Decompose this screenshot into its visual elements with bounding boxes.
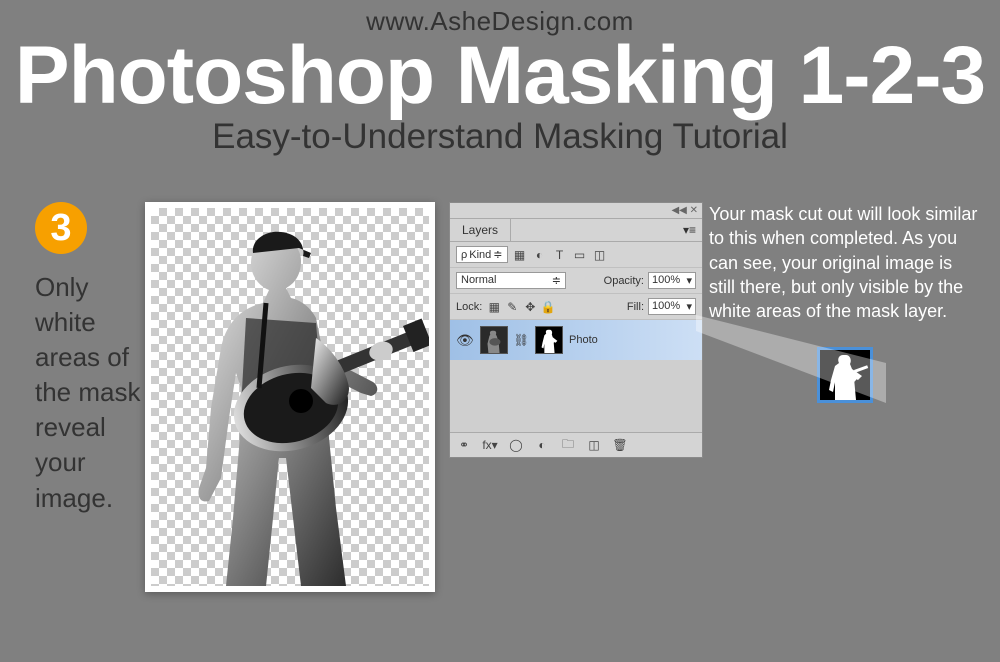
layer-thumbnail[interactable] <box>480 326 508 354</box>
step-description: Only white areas of the mask reveal your… <box>35 270 145 516</box>
guitarist-figure <box>151 208 429 586</box>
collapse-icon: ◀◀ ✕ <box>671 205 698 216</box>
subtitle: Easy-to-Understand Masking Tutorial <box>0 117 1000 157</box>
layer-name-label[interactable]: Photo <box>569 334 598 346</box>
mask-thumbnail[interactable] <box>535 326 563 354</box>
fx-icon[interactable]: fx▾ <box>482 437 498 453</box>
right-column: Your mask cut out will look similar to t… <box>703 202 980 407</box>
visibility-toggle-icon[interactable]: 👁 <box>456 332 474 349</box>
type-filter-icon[interactable]: T <box>552 247 568 263</box>
fill-label: Fill: <box>627 301 644 313</box>
mask-link-icon[interactable]: ⛓ <box>514 333 529 347</box>
content-row: 3 Only white areas of the mask reveal yo… <box>0 157 1000 592</box>
step-badge: 3 <box>35 202 87 254</box>
shape-filter-icon[interactable]: ▭ <box>572 247 588 263</box>
adjustment-filter-icon[interactable]: ◐ <box>532 247 548 263</box>
delete-layer-icon[interactable]: 🗑 <box>612 437 628 453</box>
add-mask-icon[interactable]: ◯ <box>508 437 524 453</box>
blend-mode-select[interactable]: Normal≑ <box>456 272 566 289</box>
new-layer-icon[interactable]: ◫ <box>586 437 602 453</box>
filter-kind-select[interactable]: ρ Kind ≑ <box>456 246 508 263</box>
group-icon[interactable]: 🗀 <box>560 437 576 453</box>
panel-menu-icon[interactable]: ▾≡ <box>677 223 702 237</box>
layers-panel: ◀◀ ✕ Layers ▾≡ ρ Kind ≑ ▦ ◐ T ▭ ◫ Normal… <box>449 202 703 458</box>
lock-label: Lock: <box>456 301 482 313</box>
link-layers-icon[interactable]: ⚭ <box>456 437 472 453</box>
fill-field[interactable]: 100%▾ <box>648 298 696 315</box>
layer-row-photo[interactable]: 👁 ⛓ Photo <box>450 320 702 360</box>
layers-tab[interactable]: Layers <box>450 219 511 241</box>
opacity-label: Opacity: <box>604 275 644 287</box>
masked-image-preview <box>145 202 435 592</box>
panel-bottom-toolbar: ⚭ fx▾ ◯ ◐ 🗀 ◫ 🗑 <box>450 432 702 457</box>
lock-all-icon[interactable]: 🔒 <box>540 299 556 315</box>
pixel-filter-icon[interactable]: ▦ <box>512 247 528 263</box>
left-column: 3 Only white areas of the mask reveal yo… <box>35 202 145 516</box>
smart-filter-icon[interactable]: ◫ <box>592 247 608 263</box>
lock-transparency-icon[interactable]: ▦ <box>486 299 502 315</box>
main-title: Photoshop Masking 1-2-3 <box>0 29 1000 123</box>
enlarged-mask-thumbnail <box>817 347 873 403</box>
explanation-text: Your mask cut out will look similar to t… <box>709 202 980 323</box>
adjustment-layer-icon[interactable]: ◐ <box>534 437 550 453</box>
opacity-field[interactable]: 100%▾ <box>648 272 696 289</box>
layers-empty-area <box>450 360 702 432</box>
transparency-checker <box>151 208 429 586</box>
lock-pixels-icon[interactable]: ✎ <box>504 299 520 315</box>
lock-position-icon[interactable]: ✥ <box>522 299 538 315</box>
panel-collapse-bar[interactable]: ◀◀ ✕ <box>450 203 702 219</box>
